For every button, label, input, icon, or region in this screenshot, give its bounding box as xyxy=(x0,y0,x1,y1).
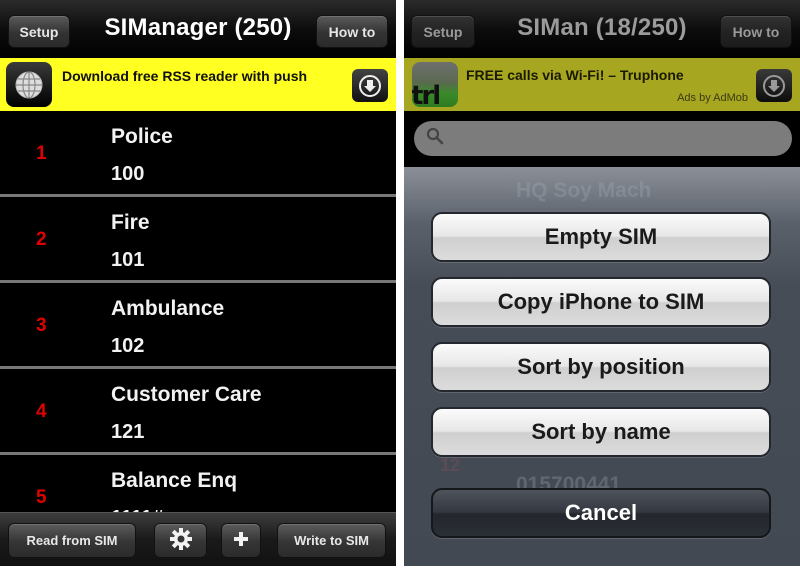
contact-number: 100 xyxy=(111,163,145,185)
contact-name: Fire xyxy=(111,211,150,234)
contact-index: 4 xyxy=(36,401,47,422)
nav-bar: Setup SIManager (250) How to xyxy=(0,0,396,58)
simanager-main-screen: Setup SIManager (250) How to Download fr… xyxy=(0,0,396,566)
gear-icon xyxy=(169,527,193,554)
contact-row[interactable]: 2 Fire 101 xyxy=(0,197,396,283)
contact-row[interactable]: 4 Customer Care 121 xyxy=(0,369,396,455)
simanager-action-sheet-screen: Setup SIMan (18/250) How to trl FREE cal… xyxy=(404,0,800,566)
truphone-logo-text: trl xyxy=(412,81,441,107)
truphone-logo-icon: trl xyxy=(412,62,458,107)
setup-button[interactable]: Setup xyxy=(8,15,70,48)
how-to-button[interactable]: How to xyxy=(720,15,792,48)
download-icon[interactable] xyxy=(756,69,792,102)
contact-name: Customer Care xyxy=(111,383,262,406)
contact-index: 5 xyxy=(36,487,47,508)
ghost-contact-index: 12 xyxy=(440,455,461,475)
ghost-contact-name: HQ Soy Mach xyxy=(516,179,652,202)
ad-attribution: Ads by AdMob xyxy=(677,92,748,104)
sort-by-name-button[interactable]: Sort by name xyxy=(431,407,771,457)
empty-sim-button[interactable]: Empty SIM xyxy=(431,212,771,262)
action-sheet-overlay: HQ Soy Mach 12 015700441 Empty SIM Copy … xyxy=(404,167,800,566)
settings-button[interactable] xyxy=(154,523,207,558)
add-contact-button[interactable] xyxy=(221,523,261,558)
search-bar xyxy=(404,111,800,167)
sort-by-position-button[interactable]: Sort by position xyxy=(431,342,771,392)
ad-text: Download free RSS reader with push xyxy=(62,68,308,84)
contact-row[interactable]: 1 Police 100 xyxy=(0,111,396,197)
contact-row[interactable]: 3 Ambulance 102 xyxy=(0,283,396,369)
contact-number: 102 xyxy=(111,335,145,357)
cancel-button[interactable]: Cancel xyxy=(431,488,771,538)
plus-icon xyxy=(232,530,250,551)
contact-name: Ambulance xyxy=(111,297,225,320)
ad-text: FREE calls via Wi-Fi! – Truphone xyxy=(466,67,684,83)
search-input[interactable] xyxy=(414,121,792,156)
bottom-toolbar: Read from SIM Write to SIM xyxy=(0,512,396,566)
ad-banner[interactable]: trl FREE calls via Wi-Fi! – Truphone Ads… xyxy=(404,58,800,111)
contact-index: 3 xyxy=(36,315,47,336)
nav-bar: Setup SIMan (18/250) How to xyxy=(404,0,800,58)
contact-number: 101 xyxy=(111,249,145,271)
how-to-button[interactable]: How to xyxy=(316,15,388,48)
contact-number: 121 xyxy=(111,421,145,443)
ad-banner[interactable]: Download free RSS reader with push xyxy=(0,58,396,111)
contact-index: 1 xyxy=(36,143,47,164)
contact-name: Balance Enq xyxy=(111,469,238,492)
contact-name: Police xyxy=(111,125,173,148)
download-icon[interactable] xyxy=(352,69,388,102)
contact-index: 2 xyxy=(36,229,47,250)
write-to-sim-button[interactable]: Write to SIM xyxy=(277,523,386,558)
copy-iphone-to-sim-button[interactable]: Copy iPhone to SIM xyxy=(431,277,771,327)
setup-button[interactable]: Setup xyxy=(411,15,475,48)
globe-icon xyxy=(6,62,52,107)
search-icon xyxy=(426,127,444,150)
read-from-sim-button[interactable]: Read from SIM xyxy=(8,523,136,558)
